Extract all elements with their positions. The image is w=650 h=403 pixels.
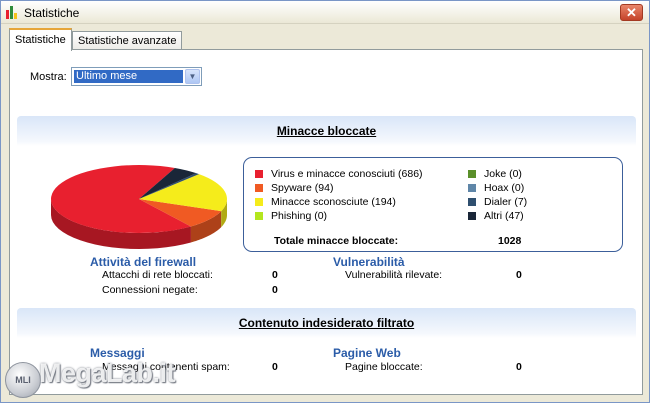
statistics-panel: Mostra: Ultimo mese ▼ Minacce bloccate V… — [9, 49, 643, 395]
megalab-logo-icon: MLI — [5, 362, 41, 398]
dark-navy-square-icon — [468, 212, 476, 220]
green-square-icon — [468, 170, 476, 178]
watermark-text: MegaLab.it — [39, 358, 176, 388]
blocked-pages-value: 0 — [516, 361, 522, 373]
legend-label: Virus e minacce conosciuti (686) — [271, 168, 423, 180]
denied-connections-value: 0 — [272, 284, 278, 296]
blocked-threats-title: Minacce bloccate — [276, 124, 377, 138]
blocked-network-attacks-label: Attacchi di rete bloccati: — [102, 269, 213, 281]
detected-vulnerabilities-value: 0 — [516, 269, 522, 281]
blocked-network-attacks-value: 0 — [272, 269, 278, 281]
blocked-threats-header: Minacce bloccate — [17, 116, 636, 146]
threats-pie-chart — [51, 164, 228, 249]
lime-square-icon — [255, 212, 263, 220]
period-selected-value: Ultimo mese — [74, 70, 183, 83]
red-square-icon — [255, 170, 263, 178]
yellow-square-icon — [255, 198, 263, 206]
filtered-content-title: Contenuto indesiderato filtrato — [238, 316, 415, 330]
blocked-pages-label: Pagine bloccate: — [345, 361, 423, 373]
legend-label: Altri (47) — [484, 210, 524, 222]
total-threats-value: 1028 — [498, 235, 522, 247]
period-select[interactable]: Ultimo mese ▼ — [71, 67, 202, 86]
firewall-activity-title: Attività del firewall — [90, 255, 197, 269]
navy-square-icon — [468, 198, 476, 206]
tab-advanced-statistics[interactable]: Statistiche avanzate — [72, 31, 183, 50]
title-bar: Statistiche ✕ — [1, 1, 649, 24]
orange-square-icon — [255, 184, 263, 192]
legend-label: Hoax (0) — [484, 182, 525, 194]
threats-legend: Virus e minacce conosciuti (686) Spyware… — [243, 157, 623, 252]
legend-label: Joke (0) — [484, 168, 522, 180]
total-threats-label: Totale minacce bloccate: — [274, 235, 399, 247]
filtered-content-header: Contenuto indesiderato filtrato — [17, 308, 636, 338]
bar-chart-icon — [6, 6, 18, 19]
tab-statistics[interactable]: Statistiche — [9, 28, 72, 51]
denied-connections-label: Connessioni negate: — [102, 284, 198, 296]
close-button[interactable]: ✕ — [620, 4, 643, 21]
statistics-window: Statistiche ✕ Statistiche Statistiche av… — [0, 0, 650, 403]
spam-messages-value: 0 — [272, 361, 278, 373]
legend-label: Dialer (7) — [484, 196, 528, 208]
vulnerability-title: Vulnerabilità — [333, 255, 405, 269]
chevron-down-icon[interactable]: ▼ — [185, 69, 200, 84]
blocked-threats-section: Minacce bloccate Virus e minacce conosci… — [17, 116, 636, 303]
legend-label: Minacce sconosciute (194) — [271, 196, 396, 208]
megalab-watermark: MLI MegaLab.it — [5, 358, 185, 398]
steel-blue-square-icon — [468, 184, 476, 192]
detected-vulnerabilities-label: Vulnerabilità rilevate: — [345, 269, 443, 281]
period-label: Mostra: — [30, 71, 67, 83]
legend-label: Spyware (94) — [271, 182, 334, 194]
web-pages-title: Pagine Web — [333, 346, 401, 360]
legend-label: Phishing (0) — [271, 210, 328, 222]
window-title: Statistiche — [24, 6, 80, 20]
